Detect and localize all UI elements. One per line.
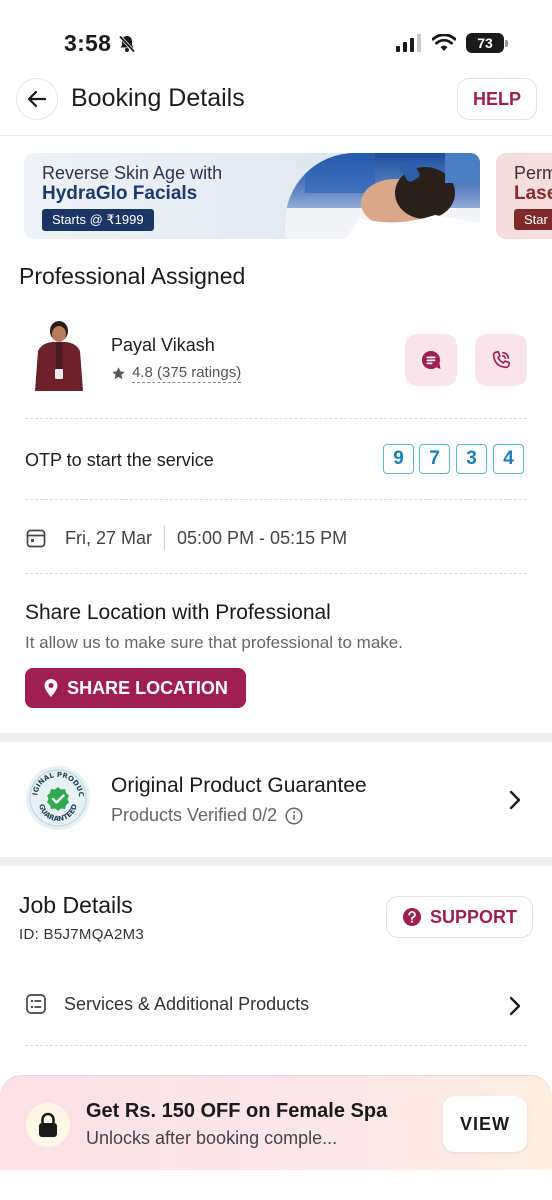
support-button[interactable]: SUPPORT: [386, 896, 533, 938]
promo-banner-laser[interactable]: Perm Lase Star: [496, 153, 552, 239]
call-button[interactable]: [475, 334, 527, 386]
professional-rating[interactable]: 4.8 (375 ratings): [111, 364, 242, 383]
banner-line2: HydraGlo Facials: [42, 183, 198, 204]
guarantee-subtitle: Products Verified 0/2: [111, 805, 278, 825]
schedule-separator: [164, 526, 166, 550]
guarantee-badge-icon: ORIGINAL PRODUCTS GUARANTEED: [22, 759, 91, 831]
offer-subtitle: Unlocks after booking comple...: [86, 1128, 338, 1148]
divider-dashed: [25, 573, 527, 574]
divider-dashed: [25, 418, 527, 419]
chevron-right-icon[interactable]: [508, 789, 522, 811]
chat-button[interactable]: [405, 334, 457, 386]
banner-line1: Perm: [514, 163, 552, 183]
services-label: Services & Additional Products: [64, 993, 310, 1014]
lock-icon: [39, 1112, 57, 1137]
guarantee-title: Original Product Guarantee: [111, 774, 367, 797]
status-indicators: 73: [396, 33, 508, 53]
otp-label: OTP to start the service: [25, 450, 214, 470]
share-location-subtitle: It allow us to make sure that profession…: [25, 633, 403, 652]
otp-digit: 9: [383, 444, 414, 474]
professional-avatar: [30, 321, 88, 395]
calendar-icon: [26, 529, 46, 548]
wifi-icon: [432, 34, 456, 51]
chevron-right-icon[interactable]: [508, 995, 522, 1017]
professional-name: Payal Vikash: [111, 335, 215, 355]
job-id: ID: B5J7MQA2M3: [19, 926, 145, 943]
otp-digit: 4: [493, 444, 524, 474]
promo-banner-hydraglo[interactable]: Reverse Skin Age with HydraGlo Facials S…: [24, 153, 480, 239]
signal-icon: [396, 34, 421, 52]
help-circle-icon: [402, 908, 421, 926]
list-icon: [26, 994, 46, 1014]
location-pin-icon: [44, 679, 58, 697]
battery-indicator: 73: [466, 33, 508, 53]
chat-icon: [422, 351, 441, 369]
phone-icon: [492, 350, 511, 369]
status-time-group: 3:58: [64, 30, 137, 57]
schedule-row: Fri, 27 Mar 05:00 PM - 05:15 PM: [25, 525, 347, 551]
back-button[interactable]: [16, 78, 58, 120]
star-icon: [112, 367, 125, 380]
status-time: 3:58: [64, 30, 112, 56]
professional-section-title: Professional Assigned: [19, 263, 246, 289]
share-location-label: SHARE LOCATION: [67, 677, 228, 698]
bottom-safe-area: [0, 1170, 552, 1200]
share-location-title: Share Location with Professional: [25, 601, 331, 624]
rating-text: 4.8 (375 ratings): [132, 364, 242, 383]
header: Booking Details HELP: [0, 76, 552, 136]
guarantee-subtitle-row: Products Verified 0/2: [111, 805, 303, 826]
banner-price-tag: Star: [514, 209, 552, 230]
lock-badge: [26, 1103, 70, 1147]
bell-muted-icon: [119, 34, 136, 53]
help-button[interactable]: HELP: [457, 78, 537, 120]
view-offer-button[interactable]: VIEW: [443, 1096, 527, 1152]
arrow-left-icon: [27, 90, 47, 108]
status-bar: 3:58 73: [0, 0, 552, 80]
schedule-time: 05:00 PM - 05:15 PM: [177, 527, 348, 548]
job-details-title: Job Details: [19, 892, 133, 918]
offer-banner[interactable]: Get Rs. 150 OFF on Female Spa Unlocks af…: [0, 1075, 552, 1170]
banner-facial-image: [285, 153, 480, 239]
page-title: Booking Details: [71, 84, 245, 112]
banner-line1: Reverse Skin Age with: [42, 163, 223, 183]
otp-digit: 7: [419, 444, 450, 474]
promo-banner-carousel[interactable]: Reverse Skin Age with HydraGlo Facials S…: [24, 153, 552, 239]
banner-line2: Lase: [514, 183, 552, 204]
banner-price-tag: Starts @ ₹1999: [42, 209, 154, 231]
offer-title: Get Rs. 150 OFF on Female Spa: [86, 1100, 388, 1122]
divider-dashed: [25, 499, 527, 500]
divider-dashed: [25, 1045, 527, 1046]
schedule-date: Fri, 27 Mar: [65, 527, 153, 548]
info-icon[interactable]: [285, 806, 303, 825]
section-divider: [0, 857, 552, 866]
support-label: SUPPORT: [429, 906, 517, 927]
share-location-button[interactable]: SHARE LOCATION: [25, 668, 246, 708]
services-additional-products-row[interactable]: Services & Additional Products: [25, 993, 309, 1015]
otp-digit: 3: [456, 444, 487, 474]
section-divider: [0, 733, 552, 742]
